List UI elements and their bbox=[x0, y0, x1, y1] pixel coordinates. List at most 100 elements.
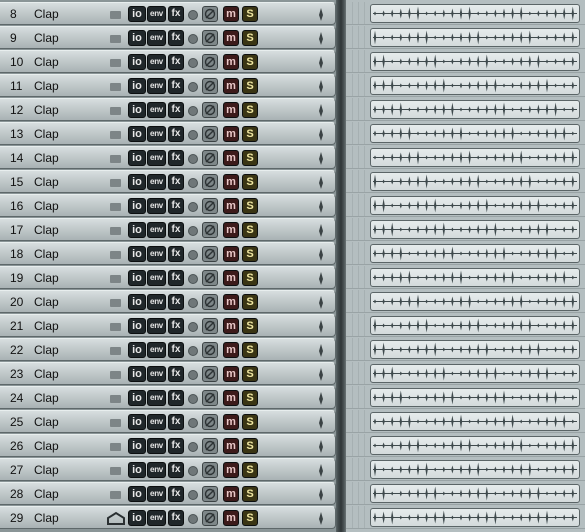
media-item[interactable] bbox=[370, 196, 580, 215]
io-button[interactable]: io bbox=[128, 174, 146, 190]
io-button[interactable]: io bbox=[128, 6, 146, 22]
phase-invert-icon[interactable] bbox=[202, 126, 218, 142]
track-lane[interactable] bbox=[346, 170, 585, 193]
folder-icon[interactable] bbox=[110, 179, 121, 187]
record-arm-icon[interactable] bbox=[188, 202, 198, 212]
envelope-button[interactable]: env bbox=[147, 342, 166, 358]
track-header[interactable]: 8 Clap io env fx m S bbox=[0, 2, 336, 25]
pan-knob-icon[interactable] bbox=[318, 79, 324, 94]
track-lane[interactable] bbox=[346, 218, 585, 241]
pan-knob-icon[interactable] bbox=[318, 511, 324, 526]
mute-button[interactable]: m bbox=[223, 294, 239, 310]
pan-knob-icon[interactable] bbox=[318, 367, 324, 382]
envelope-button[interactable]: env bbox=[147, 510, 166, 526]
record-arm-icon[interactable] bbox=[188, 178, 198, 188]
solo-button[interactable]: S bbox=[242, 342, 258, 358]
media-item[interactable] bbox=[370, 244, 580, 263]
folder-icon[interactable] bbox=[110, 299, 121, 307]
track-lane[interactable] bbox=[346, 314, 585, 337]
pan-knob-icon[interactable] bbox=[318, 31, 324, 46]
phase-invert-icon[interactable] bbox=[202, 54, 218, 70]
track-name[interactable]: Clap bbox=[34, 55, 59, 69]
mute-button[interactable]: m bbox=[223, 126, 239, 142]
pan-knob-icon[interactable] bbox=[318, 271, 324, 286]
media-item[interactable] bbox=[370, 268, 580, 287]
mute-button[interactable]: m bbox=[223, 54, 239, 70]
solo-button[interactable]: S bbox=[242, 150, 258, 166]
fx-button[interactable]: fx bbox=[168, 270, 184, 286]
mute-button[interactable]: m bbox=[223, 222, 239, 238]
envelope-button[interactable]: env bbox=[147, 174, 166, 190]
solo-button[interactable]: S bbox=[242, 462, 258, 478]
fx-button[interactable]: fx bbox=[168, 390, 184, 406]
track-header[interactable]: 13 Clap io env fx m S bbox=[0, 122, 336, 145]
solo-button[interactable]: S bbox=[242, 78, 258, 94]
phase-invert-icon[interactable] bbox=[202, 102, 218, 118]
track-lane[interactable] bbox=[346, 50, 585, 73]
solo-button[interactable]: S bbox=[242, 222, 258, 238]
pan-knob-icon[interactable] bbox=[318, 223, 324, 238]
mute-button[interactable]: m bbox=[223, 102, 239, 118]
media-item[interactable] bbox=[370, 316, 580, 335]
pan-knob-icon[interactable] bbox=[318, 487, 324, 502]
solo-button[interactable]: S bbox=[242, 102, 258, 118]
envelope-button[interactable]: env bbox=[147, 390, 166, 406]
media-item[interactable] bbox=[370, 460, 580, 479]
record-arm-icon[interactable] bbox=[188, 106, 198, 116]
mute-button[interactable]: m bbox=[223, 318, 239, 334]
folder-icon[interactable] bbox=[110, 467, 121, 475]
phase-invert-icon[interactable] bbox=[202, 222, 218, 238]
folder-icon[interactable] bbox=[110, 11, 121, 19]
envelope-button[interactable]: env bbox=[147, 222, 166, 238]
mute-button[interactable]: m bbox=[223, 150, 239, 166]
phase-invert-icon[interactable] bbox=[202, 78, 218, 94]
track-name[interactable]: Clap bbox=[34, 223, 59, 237]
record-arm-icon[interactable] bbox=[188, 34, 198, 44]
media-item[interactable] bbox=[370, 412, 580, 431]
mute-button[interactable]: m bbox=[223, 486, 239, 502]
track-lane[interactable] bbox=[346, 482, 585, 505]
pan-knob-icon[interactable] bbox=[318, 151, 324, 166]
track-name[interactable]: Clap bbox=[34, 247, 59, 261]
pan-knob-icon[interactable] bbox=[318, 415, 324, 430]
media-item[interactable] bbox=[370, 28, 580, 47]
phase-invert-icon[interactable] bbox=[202, 294, 218, 310]
track-name[interactable]: Clap bbox=[34, 415, 59, 429]
track-header[interactable]: 21 Clap io env fx m S bbox=[0, 314, 336, 337]
phase-invert-icon[interactable] bbox=[202, 390, 218, 406]
record-arm-icon[interactable] bbox=[188, 250, 198, 260]
track-lane[interactable] bbox=[346, 2, 585, 25]
solo-button[interactable]: S bbox=[242, 54, 258, 70]
pan-knob-icon[interactable] bbox=[318, 127, 324, 142]
track-lane[interactable] bbox=[346, 122, 585, 145]
track-name[interactable]: Clap bbox=[34, 175, 59, 189]
track-lane[interactable] bbox=[346, 74, 585, 97]
solo-button[interactable]: S bbox=[242, 510, 258, 526]
io-button[interactable]: io bbox=[128, 150, 146, 166]
folder-icon[interactable] bbox=[110, 107, 121, 115]
pan-knob-icon[interactable] bbox=[318, 295, 324, 310]
io-button[interactable]: io bbox=[128, 342, 146, 358]
media-item[interactable] bbox=[370, 172, 580, 191]
track-lane[interactable] bbox=[346, 194, 585, 217]
solo-button[interactable]: S bbox=[242, 126, 258, 142]
track-lane[interactable] bbox=[346, 26, 585, 49]
io-button[interactable]: io bbox=[128, 54, 146, 70]
phase-invert-icon[interactable] bbox=[202, 462, 218, 478]
folder-icon[interactable] bbox=[110, 275, 121, 283]
fx-button[interactable]: fx bbox=[168, 54, 184, 70]
record-arm-icon[interactable] bbox=[188, 322, 198, 332]
track-header[interactable]: 20 Clap io env fx m S bbox=[0, 290, 336, 313]
media-item[interactable] bbox=[370, 148, 580, 167]
media-item[interactable] bbox=[370, 52, 580, 71]
media-item[interactable] bbox=[370, 436, 580, 455]
pan-knob-icon[interactable] bbox=[318, 199, 324, 214]
envelope-button[interactable]: env bbox=[147, 126, 166, 142]
track-header[interactable]: 28 Clap io env fx m S bbox=[0, 482, 336, 505]
track-lane[interactable] bbox=[346, 410, 585, 433]
solo-button[interactable]: S bbox=[242, 438, 258, 454]
track-header[interactable]: 18 Clap io env fx m S bbox=[0, 242, 336, 265]
folder-icon[interactable] bbox=[110, 35, 121, 43]
record-arm-icon[interactable] bbox=[188, 466, 198, 476]
phase-invert-icon[interactable] bbox=[202, 510, 218, 526]
